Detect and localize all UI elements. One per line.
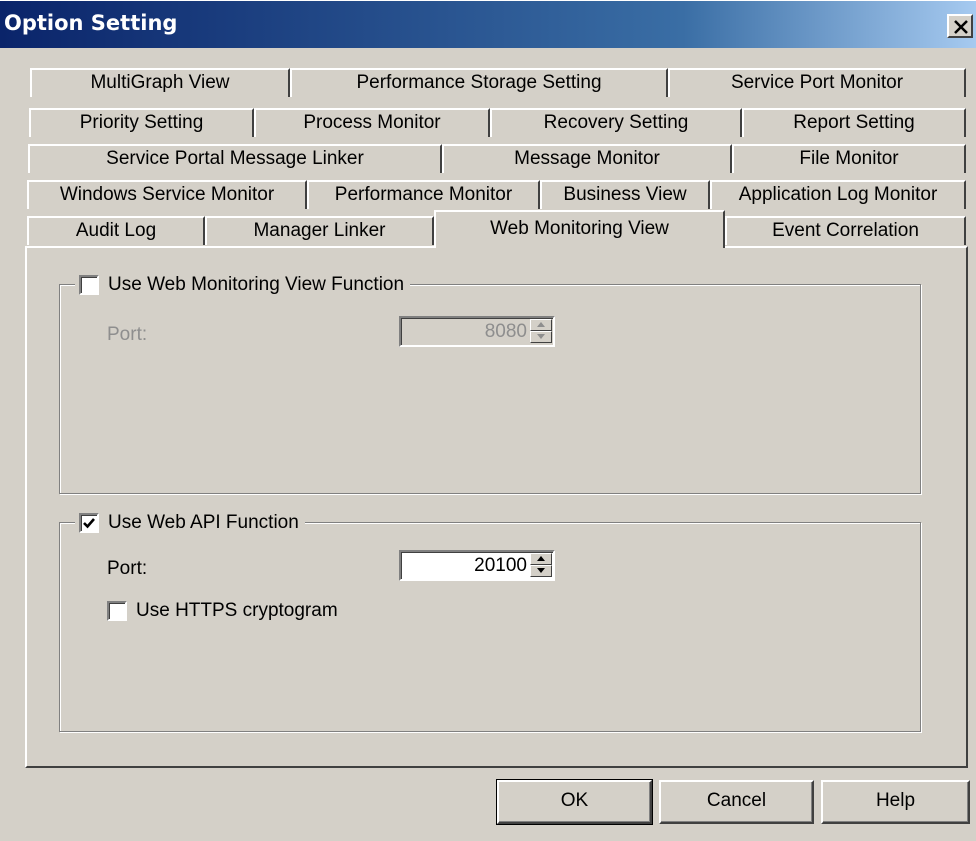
web-monitoring-port-spin-buttons (530, 319, 552, 344)
tab-process-monitor[interactable]: Process Monitor (254, 108, 490, 137)
arrow-down-icon (537, 568, 545, 573)
tab-file-monitor[interactable]: File Monitor (732, 144, 966, 173)
web-monitoring-port-spinner: 8080 (399, 316, 555, 347)
tab-recovery-setting[interactable]: Recovery Setting (490, 108, 742, 137)
web-monitoring-port-down-button (530, 331, 552, 343)
tab-service-port-monitor[interactable]: Service Port Monitor (668, 68, 966, 97)
tab-performance-storage-setting[interactable]: Performance Storage Setting (290, 68, 668, 97)
tab-event-correlation[interactable]: Event Correlation (725, 216, 966, 245)
tab-web-monitoring-view[interactable]: Web Monitoring View (434, 210, 725, 248)
tab-application-log-monitor[interactable]: Application Log Monitor (710, 180, 966, 209)
use-web-monitoring-view-checkbox[interactable] (79, 275, 99, 295)
web-api-port-down-button[interactable] (530, 565, 552, 577)
tab-multigraph-view[interactable]: MultiGraph View (30, 68, 290, 97)
arrow-down-icon (537, 334, 545, 339)
use-https-checkbox[interactable] (107, 601, 127, 621)
tab-windows-service-monitor[interactable]: Windows Service Monitor (27, 180, 307, 209)
web-api-group-title: Use Web API Function (75, 510, 305, 536)
use-https-option[interactable]: Use HTTPS cryptogram (107, 600, 338, 622)
title-bar[interactable]: Option Setting (0, 0, 976, 48)
option-setting-dialog: Option Setting MultiGraph View Performan… (0, 0, 976, 841)
arrow-up-icon (537, 322, 545, 327)
help-button[interactable]: Help (821, 780, 970, 824)
web-api-port-label: Port: (107, 558, 148, 579)
web-monitoring-port-label: Port: (107, 324, 148, 345)
checkmark-icon (83, 518, 95, 529)
tab-performance-monitor[interactable]: Performance Monitor (307, 180, 540, 209)
tab-report-setting[interactable]: Report Setting (742, 108, 966, 137)
tab-audit-log[interactable]: Audit Log (27, 216, 205, 245)
web-monitoring-port-value: 8080 (484, 321, 527, 342)
web-api-port-spin-buttons (530, 553, 552, 578)
web-monitoring-port-up-button (530, 319, 552, 331)
use-web-monitoring-view-label: Use Web Monitoring View Function (108, 274, 405, 295)
cancel-button[interactable]: Cancel (659, 780, 814, 824)
use-web-api-label: Use Web API Function (108, 512, 299, 533)
ok-button[interactable]: OK (496, 779, 653, 825)
close-button[interactable] (947, 14, 973, 38)
web-api-port-spinner[interactable]: 20100 (399, 550, 555, 581)
use-https-label: Use HTTPS cryptogram (136, 600, 338, 621)
tab-priority-setting[interactable]: Priority Setting (29, 108, 254, 137)
tab-service-portal-message-linker[interactable]: Service Portal Message Linker (28, 144, 442, 173)
tab-panel-web-monitoring-view: Use Web Monitoring View Function Port: 8… (25, 246, 968, 768)
tab-manager-linker[interactable]: Manager Linker (205, 216, 434, 245)
arrow-up-icon (537, 556, 545, 561)
window-title: Option Setting (4, 11, 178, 35)
web-api-port-value[interactable]: 20100 (474, 555, 527, 577)
use-web-api-checkbox[interactable] (79, 513, 99, 533)
tab-business-view[interactable]: Business View (540, 180, 710, 209)
tab-message-monitor[interactable]: Message Monitor (442, 144, 732, 173)
web-monitoring-view-group-title: Use Web Monitoring View Function (75, 272, 411, 298)
web-api-port-up-button[interactable] (530, 553, 552, 565)
close-icon (954, 20, 968, 34)
